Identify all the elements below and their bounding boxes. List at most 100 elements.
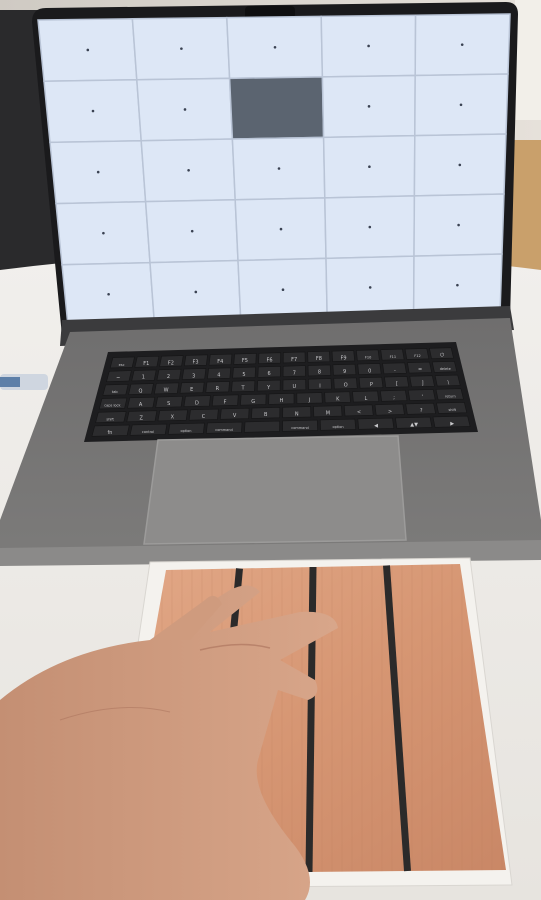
cable-plug bbox=[0, 377, 20, 387]
grid-cell-dot bbox=[187, 169, 190, 172]
key-label: E bbox=[190, 387, 193, 393]
key-label: C bbox=[202, 414, 206, 420]
key-label: F2 bbox=[168, 360, 174, 366]
grid-cell-dot bbox=[281, 288, 285, 292]
grid-cell-dot bbox=[180, 47, 183, 50]
key-label: F9 bbox=[340, 355, 346, 361]
key-label: D bbox=[195, 400, 199, 406]
key-label: F11 bbox=[390, 355, 396, 359]
grid-cell-dot bbox=[457, 223, 460, 227]
key-label: A bbox=[139, 402, 143, 408]
grid-cell-dot bbox=[107, 292, 110, 296]
key-label: U bbox=[293, 384, 297, 390]
grid-cell-dot bbox=[183, 108, 187, 111]
photo-scene: esc F1 F2 F3 F4 F5 F6 F7 F8 F9 F10 F11 F12 ⏻~ 1 2 3 4 5 6 7 8… bbox=[0, 0, 541, 900]
key-label: shift bbox=[448, 408, 456, 412]
key-label: = bbox=[418, 367, 422, 373]
key-label: B bbox=[264, 412, 268, 418]
key-label: R bbox=[216, 386, 220, 392]
grid-cell-dot bbox=[367, 44, 370, 48]
key-label: F7 bbox=[291, 357, 297, 363]
key-label: G bbox=[251, 399, 255, 405]
key-label: ] bbox=[422, 381, 424, 387]
grid-cell-dot bbox=[91, 109, 95, 113]
grid-cell-dot bbox=[368, 165, 371, 168]
key-label: P bbox=[370, 382, 373, 388]
trackpad[interactable] bbox=[143, 435, 407, 545]
key-label: 9 bbox=[343, 369, 346, 375]
grid-cell-dot bbox=[456, 283, 459, 287]
key-label: delete bbox=[440, 367, 451, 371]
grid-cell-dot bbox=[367, 105, 371, 108]
key-label: 0 bbox=[368, 368, 371, 374]
key-label: F8 bbox=[316, 356, 322, 362]
grid-cell-dot bbox=[368, 225, 372, 229]
key-label: control bbox=[142, 430, 154, 434]
key-label: option bbox=[333, 425, 344, 429]
key-label: command bbox=[215, 428, 232, 432]
window-edge bbox=[515, 0, 541, 120]
key-label: esc bbox=[119, 363, 125, 367]
key-label: F12 bbox=[414, 354, 420, 358]
key-label: ~ bbox=[116, 375, 120, 381]
key-label: F10 bbox=[365, 356, 371, 360]
grid-cell-highlighted[interactable] bbox=[228, 76, 325, 140]
grid-cell-dot bbox=[459, 103, 463, 107]
key-label: 7 bbox=[293, 370, 296, 376]
key-label: ▶ bbox=[450, 421, 454, 427]
key-label: 5 bbox=[242, 372, 245, 378]
key-label: tab bbox=[112, 390, 119, 394]
key-label: M bbox=[326, 411, 330, 417]
key[interactable] bbox=[244, 420, 280, 433]
key-label: caps lock bbox=[104, 404, 121, 408]
key-label: - bbox=[394, 368, 396, 374]
key-label: F1 bbox=[143, 361, 149, 367]
key-label: 8 bbox=[318, 370, 321, 376]
grid-cell-dot bbox=[458, 163, 462, 167]
key-label: F3 bbox=[193, 360, 199, 366]
grid-cell-dot bbox=[279, 227, 283, 231]
grid-cell-dot bbox=[190, 229, 194, 233]
grid-cell-dot bbox=[460, 43, 464, 46]
display-grid bbox=[37, 13, 511, 327]
key-label: F4 bbox=[217, 359, 223, 365]
key-label: [ bbox=[396, 381, 398, 387]
key-label: X bbox=[171, 415, 175, 421]
grid-cell-dot bbox=[368, 286, 372, 289]
key-label: fn bbox=[107, 430, 112, 436]
key-label: ⏻ bbox=[440, 352, 444, 358]
key-label: H bbox=[279, 398, 283, 404]
key-label: O bbox=[344, 383, 348, 389]
key-label: < bbox=[357, 410, 361, 416]
key-label: shift bbox=[106, 417, 114, 421]
key-label: ◀ bbox=[374, 423, 378, 429]
key-label: 6 bbox=[268, 371, 271, 377]
key-label: ? bbox=[420, 408, 423, 414]
key-label: J bbox=[308, 397, 310, 403]
key-label: return bbox=[445, 394, 456, 398]
key-label: Q bbox=[138, 388, 142, 394]
key-label: 2 bbox=[167, 374, 170, 380]
key-label: F6 bbox=[267, 357, 273, 363]
grid-cell-dot bbox=[102, 231, 105, 235]
key-label: command bbox=[291, 426, 308, 430]
key-label: S bbox=[167, 401, 170, 407]
grid-cell-dot bbox=[277, 167, 281, 170]
key-label: ; bbox=[393, 395, 395, 401]
grid-cell-dot bbox=[86, 48, 90, 52]
key-label: V bbox=[233, 413, 237, 419]
key-label: I bbox=[319, 383, 320, 389]
key-label: F5 bbox=[242, 358, 248, 364]
key-label: W bbox=[164, 388, 169, 394]
key-label: F bbox=[224, 400, 227, 406]
key-label: Z bbox=[140, 416, 144, 422]
key-label: ▲▼ bbox=[410, 422, 418, 428]
key-label: 1 bbox=[142, 375, 145, 381]
key-label: > bbox=[388, 409, 392, 415]
grid-cell-dot bbox=[273, 46, 277, 49]
key-label: option bbox=[180, 429, 191, 433]
grid-cell-dot bbox=[96, 170, 100, 174]
key-label: ' bbox=[422, 394, 423, 400]
key-label: L bbox=[364, 396, 367, 402]
grid-cell-dot bbox=[194, 290, 198, 294]
